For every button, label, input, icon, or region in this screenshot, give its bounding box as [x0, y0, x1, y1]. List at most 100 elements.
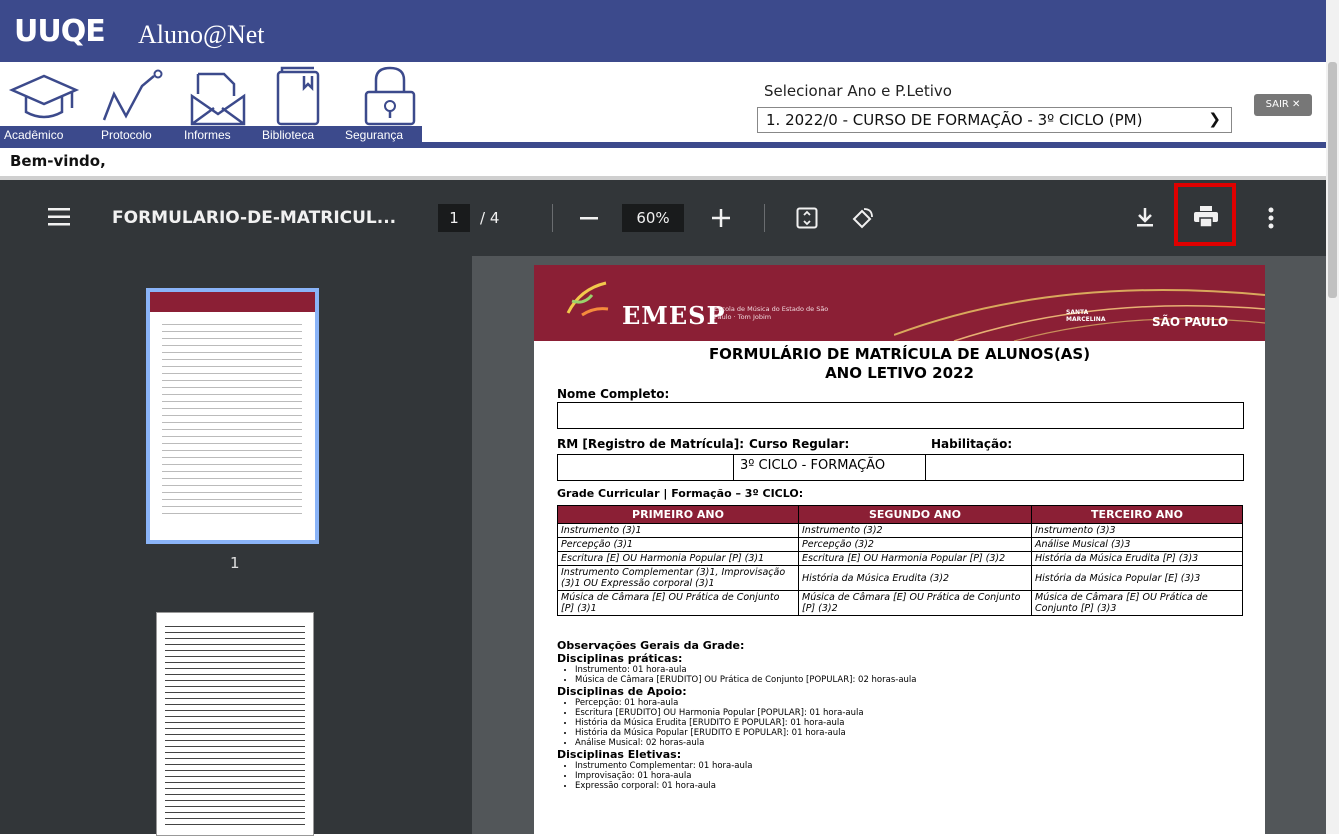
nav-label-seguranca[interactable]: Segurança — [345, 128, 403, 142]
eletivas-title: Disciplinas Eletivas: — [557, 748, 682, 761]
rotate-icon[interactable] — [850, 207, 874, 231]
table-cell: Instrumento Complementar (3)1, Improvisa… — [557, 565, 799, 591]
list-item: Improvisação: 01 hora-aula — [575, 771, 1247, 781]
list-item: Música de Câmara [ERUDITO] OU Prática de… — [575, 675, 1247, 685]
thumbnail-page-1[interactable] — [146, 288, 319, 544]
table-cell: Percepção (3)2 — [798, 537, 1032, 552]
table-cell: Escritura [E] OU Harmonia Popular [P] (3… — [557, 551, 799, 566]
toolbar-divider — [552, 204, 553, 232]
logout-button[interactable]: SAIR ✕ — [1254, 94, 1312, 116]
table-row: Percepção (3)1 Percepção (3)2 Análise Mu… — [557, 537, 1243, 552]
table-cell: Música de Câmara [E] OU Prática de Conju… — [798, 590, 1032, 616]
period-label: Selecionar Ano e P.Letivo — [764, 82, 952, 100]
period-select-value: 1. 2022/0 - CURSO DE FORMAÇÃO - 3º CICLO… — [766, 111, 1143, 129]
menu-icon[interactable] — [48, 208, 70, 226]
zoom-level-input[interactable]: 60% — [622, 204, 684, 232]
doc-partner2: SÃO PAULO — [1152, 315, 1229, 329]
table-cell: Música de Câmara [E] OU Prática de Conju… — [557, 590, 799, 616]
toolbar-divider — [764, 204, 765, 232]
curso-value: 3º CICLO - FORMAÇÃO — [733, 455, 926, 480]
list-item: Instrumento Complementar: 01 hora-aula — [575, 761, 1247, 771]
doc-brand: EMESP — [622, 301, 726, 330]
table-cell: História da Música Popular [E] (3)3 — [1031, 565, 1243, 591]
list-item: Expressão corporal: 01 hora-aula — [575, 781, 1247, 791]
emesp-leaf-logo — [566, 281, 609, 317]
rm-label: RM [Registro de Matrícula]: — [557, 437, 745, 451]
doc-title: FORMULÁRIO DE MATRÍCULA DE ALUNOS(AS) — [708, 345, 1091, 363]
banner-swoosh — [894, 289, 1265, 341]
lock-icon — [364, 66, 416, 126]
nome-label: Nome Completo: — [557, 387, 670, 401]
table-row: Instrumento (3)1 Instrumento (3)2 Instru… — [557, 523, 1243, 538]
app-header: UUQE Aluno@Net — [0, 0, 1326, 62]
praticas-title: Disciplinas práticas: — [557, 652, 683, 665]
nav-label-informes[interactable]: Informes — [184, 128, 231, 142]
list-item: Instrumento: 01 hora-aula — [575, 665, 1247, 675]
table-row: Instrumento Complementar (3)1, Improvisa… — [557, 565, 1243, 591]
obs-title: Observações Gerais da Grade: — [557, 639, 745, 652]
table-cell: Percepção (3)1 — [557, 537, 799, 552]
fit-page-icon[interactable] — [796, 207, 818, 229]
eletivas-list: Instrumento Complementar: 01 hora-aula I… — [557, 761, 1247, 791]
table-cell: Análise Musical (3)3 — [1031, 537, 1243, 552]
list-item: História da Música Popular [ERUDITO E PO… — [575, 728, 1247, 738]
page-number-input[interactable]: 1 — [438, 204, 470, 232]
doc-subtitle: ANO LETIVO 2022 — [825, 364, 974, 382]
list-item: História da Música Erudita [ERUDITO E PO… — [575, 718, 1247, 728]
pdf-page: EMESP Escola de Música do Estado de São … — [534, 265, 1265, 834]
period-select[interactable]: 1. 2022/0 - CURSO DE FORMAÇÃO - 3º CICLO… — [757, 107, 1232, 133]
thumbnail-banner — [150, 292, 315, 312]
book-icon — [276, 66, 320, 126]
apoio-title: Disciplinas de Apoio: — [557, 685, 687, 698]
welcome-text: Bem-vindo, — [10, 152, 106, 170]
welcome-bar: Bem-vindo, — [0, 148, 1326, 180]
doc-brand-sub: Escola de Música do Estado de São Paulo … — [714, 305, 829, 321]
grade-table: PRIMEIRO ANO SEGUNDO ANO TERCEIRO ANO In… — [557, 505, 1243, 616]
nav-label-biblioteca[interactable]: Biblioteca — [262, 128, 314, 142]
table-cell: Escritura [E] OU Harmonia Popular [P] (3… — [798, 551, 1032, 566]
nav-label-protocolo[interactable]: Protocolo — [101, 128, 152, 142]
table-cell: Instrumento (3)2 — [798, 523, 1032, 538]
observations-block: Observações Gerais da Grade: Disciplinas… — [557, 639, 1247, 791]
list-item: Escritura [ERUDITO] OU Harmonia Popular … — [575, 708, 1247, 718]
app-logo: UUQE — [14, 14, 106, 49]
grade-label: Grade Curricular | Formação – 3º CICLO: — [557, 487, 804, 500]
apoio-list: Percepção: 01 hora-aula Escritura [ERUDI… — [557, 698, 1247, 748]
pdf-filename: FORMULARIO-DE-MATRICUL... — [112, 208, 397, 228]
table-row: Escritura [E] OU Harmonia Popular [P] (3… — [557, 551, 1243, 566]
hab-label: Habilitação: — [931, 437, 1013, 451]
page-scrollbar-thumb[interactable] — [1328, 62, 1337, 298]
praticas-list: Instrumento: 01 hora-aula Música de Câma… — [557, 665, 1247, 685]
grade-header: SEGUNDO ANO — [798, 505, 1032, 524]
list-item: Análise Musical: 02 horas-aula — [575, 738, 1247, 748]
print-icon[interactable] — [1194, 206, 1218, 228]
chevron-down-icon: ❯ — [1208, 110, 1221, 128]
thumbnail-page-2[interactable] — [156, 612, 314, 836]
graduation-cap-icon — [8, 74, 80, 119]
envelope-icon — [190, 72, 246, 126]
pdf-toolbar: FORMULARIO-DE-MATRICUL... 1 / 4 60% — [0, 180, 1326, 256]
zoom-in-icon[interactable] — [712, 209, 730, 227]
table-cell: História da Música Erudita [P] (3)3 — [1031, 551, 1243, 566]
doc-banner: EMESP Escola de Música do Estado de São … — [534, 265, 1265, 341]
download-icon[interactable] — [1136, 208, 1154, 228]
zoom-out-icon[interactable] — [580, 217, 598, 220]
doc-partner1: SANTA MARCELINA — [1066, 309, 1106, 323]
table-cell: Instrumento (3)3 — [1031, 523, 1243, 538]
rm-curso-row: 3º CICLO - FORMAÇÃO — [557, 454, 1244, 481]
more-options-icon[interactable] — [1268, 207, 1274, 229]
app-title: Aluno@Net — [138, 20, 265, 49]
nome-field — [557, 402, 1244, 429]
thumbnail-label: 1 — [230, 554, 240, 572]
curso-label: Curso Regular: — [749, 437, 850, 451]
table-cell: História da Música Erudita (3)2 — [798, 565, 1032, 591]
list-item: Percepção: 01 hora-aula — [575, 698, 1247, 708]
graph-line-icon — [102, 69, 163, 121]
table-row: Música de Câmara [E] OU Prática de Conju… — [557, 590, 1243, 616]
thumbnail-panel[interactable]: 1 — [0, 256, 472, 836]
thumbnail-content — [165, 621, 305, 827]
table-cell: Instrumento (3)1 — [557, 523, 799, 538]
grade-header: TERCEIRO ANO — [1031, 505, 1243, 524]
nav-label-academico[interactable]: Acadêmico — [4, 128, 63, 142]
thumbnail-content — [162, 318, 302, 518]
